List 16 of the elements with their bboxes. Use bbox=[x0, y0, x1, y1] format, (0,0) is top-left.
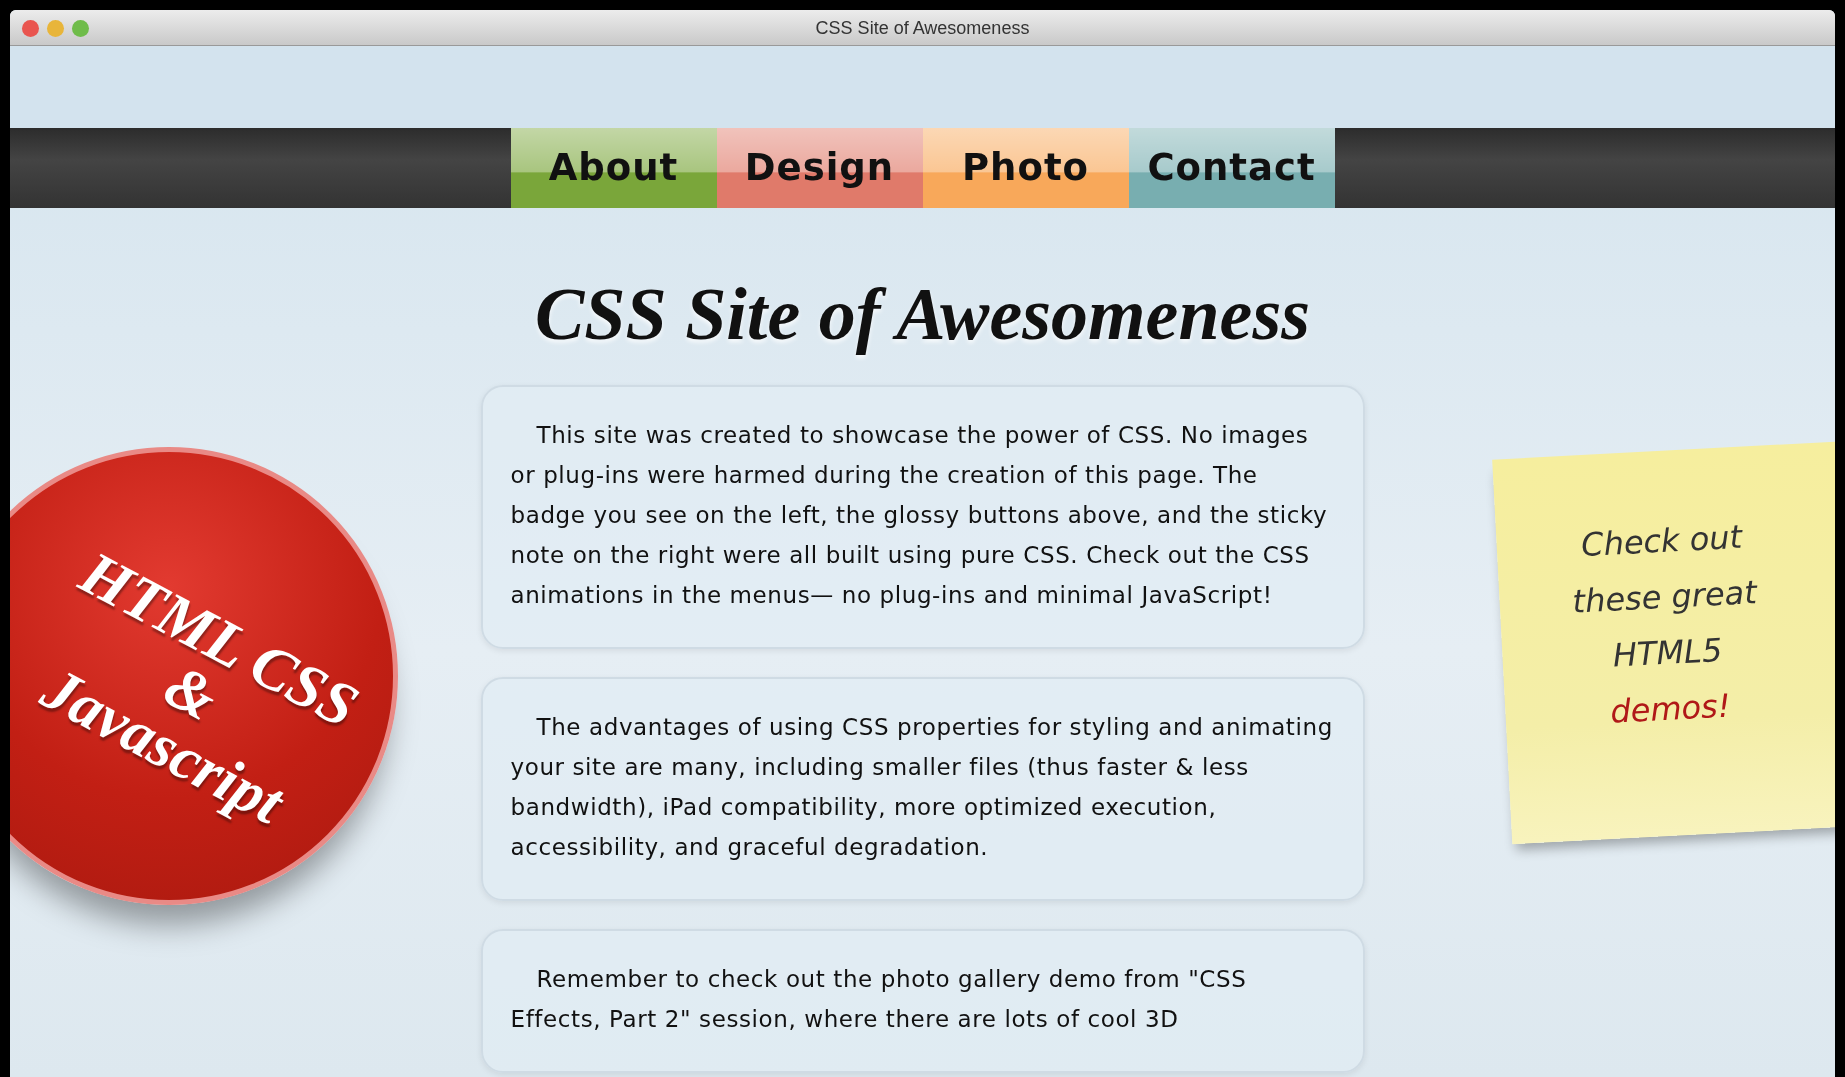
zoom-icon[interactable] bbox=[72, 20, 89, 37]
note-text: these great bbox=[1570, 572, 1759, 623]
window-title: CSS Site of Awesomeness bbox=[815, 18, 1030, 38]
note-text: demos! bbox=[1608, 685, 1733, 733]
page-heading: CSS Site of Awesomeness bbox=[534, 272, 1311, 357]
nav-tab[interactable]: Contact bbox=[1128, 128, 1335, 208]
paragraph: Remember to check out the photo gallery demo from "CSS Effects, Part 2" session, where there are lots of cool 3D bbox=[510, 964, 1248, 1034]
nav-tab[interactable]: Design bbox=[716, 128, 923, 208]
close-icon[interactable] bbox=[22, 20, 39, 37]
minimize-icon[interactable] bbox=[47, 20, 64, 37]
nav-tab[interactable]: Photo bbox=[922, 128, 1129, 208]
note-text: HTML5 bbox=[1610, 629, 1725, 677]
paragraph: This site was created to showcase the power of CSS. No images or plug-ins were harmed during the creation of this page. The badge you see on the left, the glossy buttons above, and the sticky note on the right were all built using pure CSS. Check out the CSS animations in the menus— no plug-ins and minimal JavaScript! bbox=[510, 420, 1329, 610]
note-text: Check out bbox=[1579, 516, 1745, 567]
nav-tab[interactable]: About bbox=[510, 128, 717, 208]
paragraph: The advantages of using CSS properties for styling and animating your site are many, including smaller files (thus faster & less bandwidth), iPad compatibility, more optimized execution, accessibility, and graceful degradation. bbox=[510, 712, 1334, 862]
